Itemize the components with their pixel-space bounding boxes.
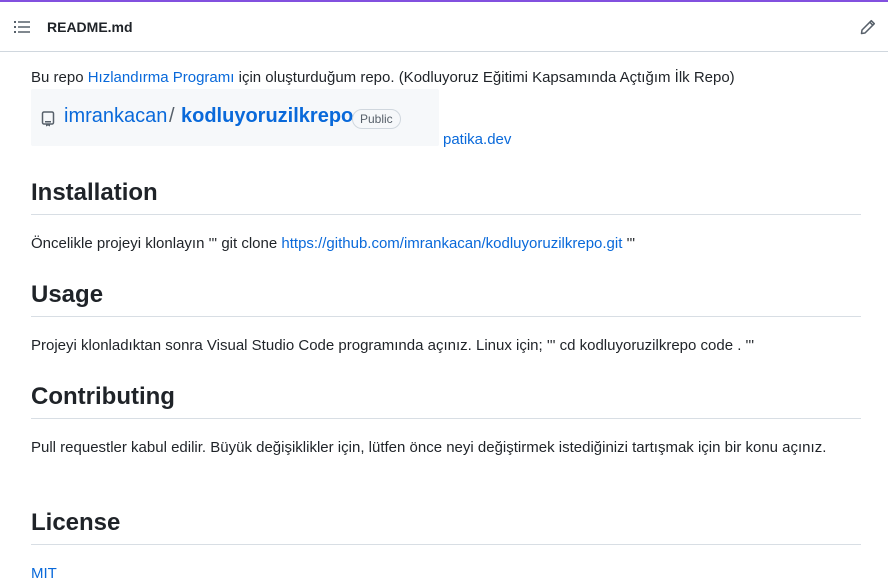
contributing-heading: Contributing <box>31 382 861 419</box>
installation-heading: Installation <box>31 178 861 215</box>
usage-heading: Usage <box>31 280 861 317</box>
repo-card[interactable]: imrankacan / kodluyoruzilkrepo Public <box>31 89 439 146</box>
license-heading: License <box>31 508 861 545</box>
repo-owner-link[interactable]: imrankacan <box>64 105 167 128</box>
mit-license-link[interactable]: MIT <box>31 565 57 582</box>
contributing-paragraph: Pull requestler kabul edilir. Büyük deği… <box>31 439 827 456</box>
license-paragraph: MIT <box>31 562 861 586</box>
visibility-badge: Public <box>352 109 401 129</box>
readme-header: README.md <box>0 2 888 52</box>
repo-separator: / <box>169 105 175 127</box>
installation-paragraph: Öncelikle projeyi klonlayın ''' git clon… <box>31 235 636 252</box>
repo-icon <box>41 111 55 127</box>
hizlandirma-link[interactable]: Hızlandırma Programı <box>88 69 235 86</box>
list-icon[interactable] <box>14 20 32 34</box>
patika-link[interactable]: patika.dev <box>443 131 511 148</box>
file-name: README.md <box>47 19 133 35</box>
usage-paragraph: Projeyi klonladıktan sonra Visual Studio… <box>31 337 755 354</box>
clone-url-link[interactable]: https://github.com/imrankacan/kodluyoruz… <box>281 235 622 252</box>
intro-paragraph: Bu repo Hızlandırma Programı için oluştu… <box>31 69 735 86</box>
pencil-icon[interactable] <box>860 19 876 35</box>
repo-name-link[interactable]: kodluyoruzilkrepo <box>181 105 353 128</box>
